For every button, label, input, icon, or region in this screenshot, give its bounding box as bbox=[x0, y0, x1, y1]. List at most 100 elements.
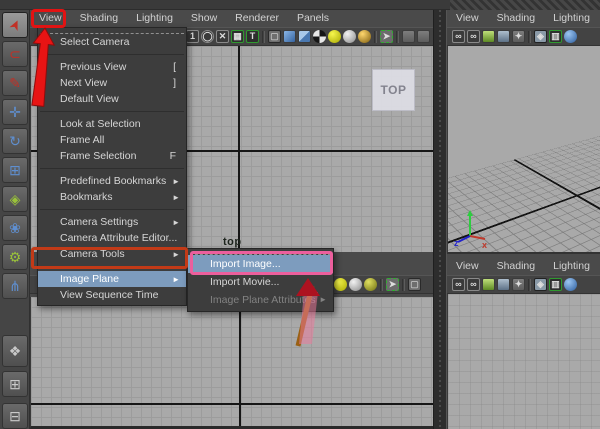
book-icon[interactable] bbox=[482, 30, 495, 43]
joint-tool-button[interactable]: ⋔ bbox=[2, 273, 28, 299]
lighting-all-icon[interactable] bbox=[334, 278, 347, 291]
select-tool-button[interactable]: ➤ bbox=[2, 12, 28, 38]
panel-divider[interactable] bbox=[433, 10, 447, 429]
move-icon: ✛ bbox=[9, 104, 21, 120]
film-gate-icon[interactable]: 1 bbox=[186, 30, 199, 43]
toolbar-separator bbox=[528, 31, 531, 43]
shortcut-label: [ bbox=[173, 59, 176, 75]
persp2-viewport[interactable] bbox=[447, 294, 600, 429]
image-icon[interactable] bbox=[497, 30, 510, 43]
isolate-select-icon[interactable] bbox=[402, 30, 415, 43]
highlight-selection-icon[interactable]: ➤ bbox=[380, 30, 393, 43]
menu-item-look-at-selection[interactable]: Look at Selection bbox=[38, 116, 186, 132]
menu-item-image-plane[interactable]: Image Plane ► bbox=[38, 271, 186, 287]
four-pane-layout-button[interactable]: ⊞ bbox=[2, 371, 28, 397]
menu-shading[interactable]: Shading bbox=[71, 10, 128, 24]
lighting-selected-icon[interactable] bbox=[349, 278, 362, 291]
soft-modification-button[interactable]: ❀ bbox=[2, 215, 28, 241]
menu-item-predefined-bookmarks[interactable]: Predefined Bookmarks ► bbox=[38, 173, 186, 189]
lighting-all-icon[interactable] bbox=[328, 30, 341, 43]
submenu-item-import-image[interactable]: Import Image... bbox=[188, 255, 333, 273]
select-highlight-icon[interactable]: ◈ bbox=[534, 30, 547, 43]
menu-lighting[interactable]: Lighting bbox=[544, 258, 599, 272]
field-chart-icon[interactable]: ▦ bbox=[231, 30, 244, 43]
menu-shading[interactable]: Shading bbox=[488, 258, 545, 272]
light-icon[interactable]: ✦ bbox=[512, 30, 525, 43]
cube-icon[interactable]: ▢ bbox=[408, 278, 421, 291]
show-manipulator-button[interactable]: ⚙ bbox=[2, 244, 28, 270]
menu-item-next-view[interactable]: Next View] bbox=[38, 75, 186, 91]
menu-item-camera-attribute-editor[interactable]: Camera Attribute Editor... bbox=[38, 230, 186, 246]
pan-zoom-icon[interactable]: ∞ bbox=[452, 278, 465, 291]
resolution-gate-icon[interactable]: ◯ bbox=[201, 30, 214, 43]
brush-icon: ✎ bbox=[9, 75, 21, 91]
highlight-selection-icon[interactable]: ➤ bbox=[386, 278, 399, 291]
universal-manipulator-button[interactable]: ◈ bbox=[2, 186, 28, 212]
light-icon[interactable]: ✦ bbox=[512, 278, 525, 291]
film-icon[interactable]: ▥ bbox=[549, 30, 562, 43]
pan-zoom-icon[interactable]: ∞ bbox=[452, 30, 465, 43]
single-pane-layout-button[interactable]: ❖ bbox=[2, 335, 28, 367]
outliner-pane-icon: ⊟ bbox=[9, 408, 21, 424]
menu-show[interactable]: Show bbox=[182, 10, 226, 24]
menu-renderer[interactable]: Renderer bbox=[226, 10, 288, 24]
rotate-icon: ↻ bbox=[9, 133, 21, 149]
submenu-arrow-icon: ► bbox=[172, 246, 180, 263]
film-icon[interactable]: ▥ bbox=[549, 278, 562, 291]
camera-bookmark-icon[interactable]: ∞ bbox=[467, 30, 480, 43]
menu-panels[interactable]: Panels bbox=[288, 10, 338, 24]
menu-view[interactable]: View bbox=[30, 10, 71, 24]
menu-view[interactable]: View bbox=[447, 10, 488, 24]
hatch-texture bbox=[450, 0, 600, 10]
sphere-icon[interactable] bbox=[564, 30, 577, 43]
rotate-tool-button[interactable]: ↻ bbox=[2, 128, 28, 154]
paint-select-tool-button[interactable]: ✎ bbox=[2, 70, 28, 96]
lighting-selected-icon[interactable] bbox=[343, 30, 356, 43]
window-top-strip bbox=[0, 0, 600, 10]
menu-lighting[interactable]: Lighting bbox=[127, 10, 182, 24]
persp-view-toolbar: ∞ ∞ ✦ ◈ ▥ bbox=[447, 27, 600, 46]
menu-item-previous-view[interactable]: Previous View[ bbox=[38, 59, 186, 75]
menu-item-default-view[interactable]: Default View bbox=[38, 91, 186, 107]
lasso-icon: ⊂ bbox=[9, 46, 21, 62]
safe-title-icon[interactable]: T bbox=[246, 30, 259, 43]
menu-shading[interactable]: Shading bbox=[488, 10, 545, 24]
camera-bookmark-icon[interactable]: ∞ bbox=[467, 278, 480, 291]
lighting-flat-icon[interactable] bbox=[358, 30, 371, 43]
persp-view-menubar: ViewShadingLightingShow bbox=[447, 10, 600, 27]
menu-item-frame-selection[interactable]: Frame Selection F bbox=[38, 148, 186, 164]
soft-modification-icon: ❀ bbox=[9, 220, 21, 236]
persp-viewport[interactable]: z x bbox=[447, 46, 600, 252]
shaded-icon[interactable] bbox=[283, 30, 296, 43]
submenu-item-image-plane-attributes: Image Plane Attributes ► bbox=[188, 291, 333, 309]
menu-item-view-sequence-time[interactable]: View Sequence Time bbox=[38, 287, 186, 303]
select-highlight-icon[interactable]: ◈ bbox=[534, 278, 547, 291]
menu-item-camera-tools[interactable]: Camera Tools ► bbox=[38, 246, 186, 262]
move-tool-button[interactable]: ✛ bbox=[2, 99, 28, 125]
front-viewport[interactable] bbox=[30, 297, 433, 429]
menu-item-camera-settings[interactable]: Camera Settings ► bbox=[38, 214, 186, 230]
lighting-flat-icon[interactable] bbox=[364, 278, 377, 291]
select-arrow-icon: ➤ bbox=[2, 15, 29, 36]
xray-icon[interactable] bbox=[417, 30, 430, 43]
menu-item-select-camera[interactable]: Select Camera bbox=[38, 34, 186, 50]
default-material-icon[interactable] bbox=[313, 30, 326, 43]
gate-mask-icon[interactable]: ✕ bbox=[216, 30, 229, 43]
image-icon[interactable] bbox=[497, 278, 510, 291]
menu-view[interactable]: View bbox=[447, 258, 488, 272]
menu-lighting[interactable]: Lighting bbox=[544, 10, 599, 24]
book-icon[interactable] bbox=[482, 278, 495, 291]
menu-item-bookmarks[interactable]: Bookmarks ► bbox=[38, 189, 186, 205]
camera-name-label: top bbox=[223, 236, 242, 248]
submenu-arrow-icon: ► bbox=[319, 291, 327, 308]
textured-icon[interactable] bbox=[298, 30, 311, 43]
menu-separator bbox=[40, 205, 184, 210]
sphere-icon[interactable] bbox=[564, 278, 577, 291]
outliner-pane-layout-button[interactable]: ⊟ bbox=[2, 403, 28, 429]
lasso-tool-button[interactable]: ⊂ bbox=[2, 41, 28, 67]
submenu-item-import-movie[interactable]: Import Movie... bbox=[188, 273, 333, 291]
wireframe-icon[interactable]: ▢ bbox=[268, 30, 281, 43]
scale-icon: ⊞ bbox=[9, 162, 21, 178]
menu-item-frame-all[interactable]: Frame All bbox=[38, 132, 186, 148]
scale-tool-button[interactable]: ⊞ bbox=[2, 157, 28, 183]
